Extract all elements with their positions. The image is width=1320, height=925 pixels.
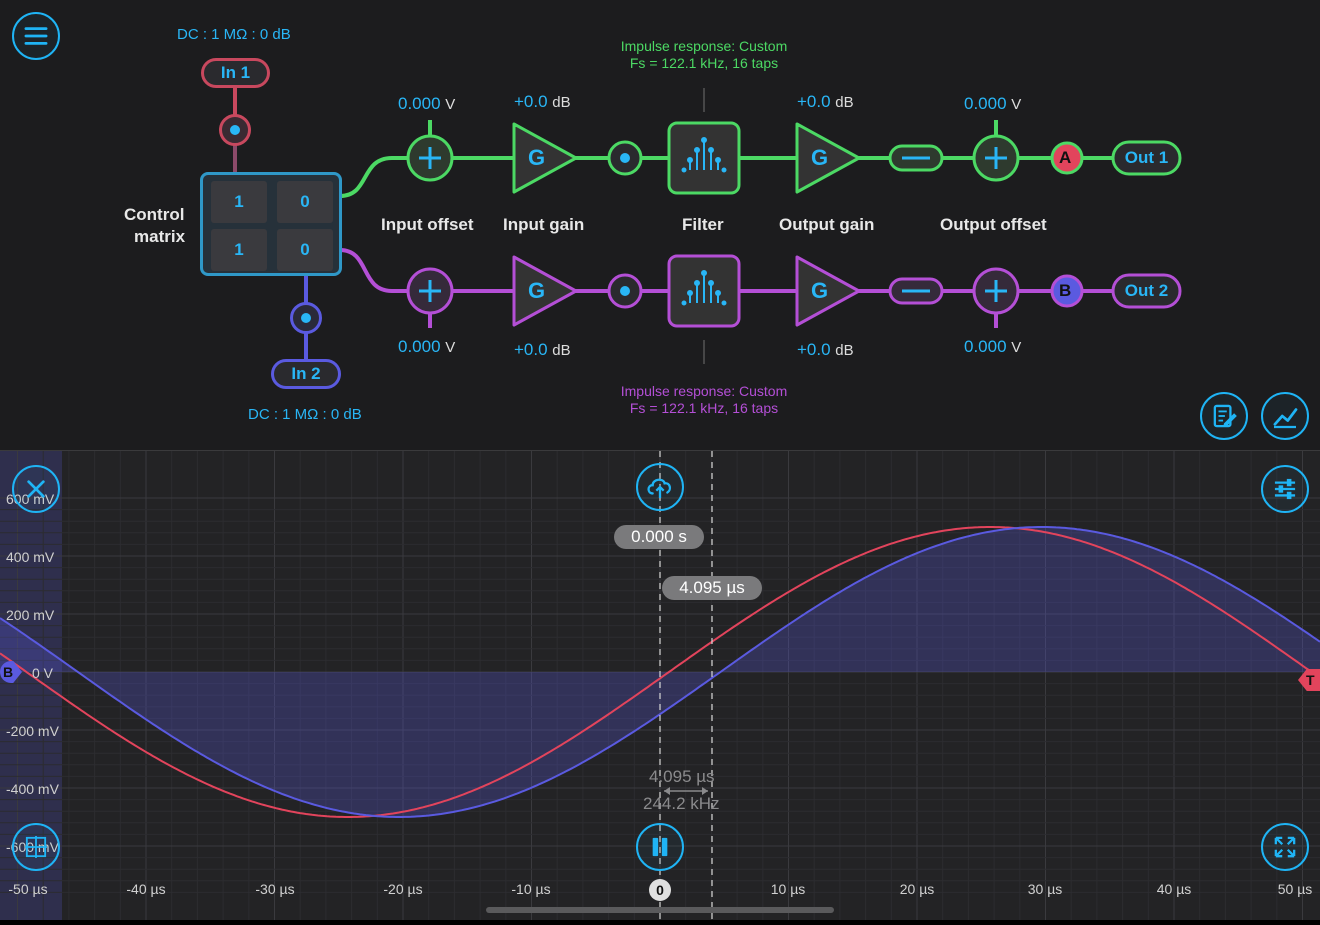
y-axis-label-neg200: -200 mV: [6, 723, 59, 739]
y-axis-label-0: 0 V: [32, 665, 54, 681]
matrix-cell-2-1[interactable]: 1: [211, 229, 267, 271]
out2-label[interactable]: Out 2: [1113, 281, 1180, 301]
pause-button[interactable]: [636, 823, 684, 871]
ch1-output-gain-readout[interactable]: +0.0 dB: [797, 92, 854, 112]
grid-zoom-icon: [25, 836, 47, 858]
ch1-input-gain-readout[interactable]: +0.0 dB: [514, 92, 571, 112]
home-indicator[interactable]: [486, 907, 834, 913]
probe-dot-icon: [301, 313, 311, 323]
close-scope-button[interactable]: [12, 465, 60, 513]
pause-icon: [652, 837, 668, 857]
matrix-cell-1-2[interactable]: 0: [277, 181, 333, 223]
control-matrix[interactable]: 1 0 1 0: [200, 172, 342, 276]
ch1-filter-line2: Fs = 122.1 kHz, 16 taps: [629, 55, 779, 71]
probe-dot-icon: [230, 125, 240, 135]
x-axis-tick-label: -20 µs: [383, 881, 423, 897]
ch2-output-gain-readout[interactable]: +0.0 dB: [797, 340, 854, 360]
autoscale-button[interactable]: [12, 823, 60, 871]
x-axis-tick-label: 50 µs: [1277, 881, 1313, 897]
close-icon: [27, 480, 45, 498]
x-axis-tick-label: 40 µs: [1156, 881, 1192, 897]
output-gain-label: Output gain: [779, 215, 875, 234]
hamburger-icon: [24, 27, 48, 45]
fullscreen-button[interactable]: [1261, 823, 1309, 871]
export-data-button[interactable]: [636, 463, 684, 511]
ch2-output-gain-glyph: G: [811, 278, 829, 303]
x-axis-tick-label: 20 µs: [899, 881, 935, 897]
ch1-input-gain-glyph: G: [528, 145, 546, 170]
ch2-output-offset-readout[interactable]: 0.000 V: [964, 337, 1021, 357]
x-axis-tick-label: 10 µs: [770, 881, 806, 897]
ch2-filter-line2: Fs = 122.1 kHz, 16 taps: [629, 400, 779, 416]
sliders-icon: [1274, 478, 1296, 500]
ch2-input-offset-readout[interactable]: 0.000 V: [398, 337, 455, 357]
x-axis-tick-label: -30 µs: [255, 881, 295, 897]
matrix-cell-1-1[interactable]: 1: [211, 181, 267, 223]
in2-status: DC : 1 MΩ : 0 dB: [248, 406, 362, 423]
y-axis-label-400: 400 mV: [6, 549, 55, 565]
block-diagram-panel: DC : 1 MΩ : 0 dB In 1 Control matrix 1 0…: [0, 0, 1320, 450]
ch1-filter-line1: Impulse response: Custom: [620, 38, 788, 54]
x-axis-tick-label: 30 µs: [1027, 881, 1063, 897]
cloud-upload-icon: [647, 478, 672, 498]
output-offset-label: Output offset: [940, 215, 1047, 234]
ch1-output-offset-readout[interactable]: 0.000 V: [964, 94, 1021, 114]
x-axis-tick-label: -40 µs: [126, 881, 166, 897]
matrix-cell-2-2[interactable]: 0: [277, 229, 333, 271]
x-axis-tick-label: -10 µs: [511, 881, 551, 897]
out1-label[interactable]: Out 1: [1113, 148, 1180, 168]
oscilloscope-panel[interactable]: 600 mV 400 mV 200 mV 0 V -200 mV -400 mV…: [0, 450, 1320, 921]
ch2-probe-letter: B: [1059, 281, 1072, 300]
edit-notes-icon: [1213, 404, 1237, 428]
in2-probe-point[interactable]: [290, 302, 322, 334]
y-axis-label-neg400: -400 mV: [6, 781, 59, 797]
trigger-time-marker[interactable]: 0: [649, 879, 671, 901]
frequency-measurement: 244.2 kHz: [643, 794, 720, 813]
filter-label: Filter: [682, 215, 724, 234]
ch1-probe-letter: A: [1059, 148, 1072, 167]
delta-cursor-readout[interactable]: 4.095 µs: [662, 576, 762, 600]
in1-button[interactable]: In 1: [201, 58, 270, 88]
control-matrix-label-line1: Control: [124, 205, 185, 224]
period-measurement: 4.095 µs: [649, 767, 715, 786]
time-cursor-readout[interactable]: 0.000 s: [614, 525, 704, 549]
notes-button[interactable]: [1200, 392, 1248, 440]
in2-button[interactable]: In 2: [271, 359, 341, 389]
input-gain-label: Input gain: [503, 215, 585, 234]
in1-status: DC : 1 MΩ : 0 dB: [177, 26, 291, 43]
menu-button[interactable]: [12, 12, 60, 60]
chart-button[interactable]: [1261, 392, 1309, 440]
bottom-bar: [0, 920, 1320, 925]
scope-settings-button[interactable]: [1261, 465, 1309, 513]
ch2-input-gain-readout[interactable]: +0.0 dB: [514, 340, 571, 360]
trend-chart-icon: [1273, 408, 1298, 429]
ch1-input-offset-readout[interactable]: 0.000 V: [398, 94, 455, 114]
ch2-input-gain-glyph: G: [528, 278, 546, 303]
input-offset-label: Input offset: [381, 215, 474, 234]
y-axis-label-200: 200 mV: [6, 607, 55, 623]
expand-icon: [1274, 836, 1296, 858]
in1-probe-point[interactable]: [219, 114, 251, 146]
control-matrix-label-line2: matrix: [134, 227, 186, 246]
ch1-output-gain-glyph: G: [811, 145, 829, 170]
x-axis-tick-label: -50 µs: [8, 881, 48, 897]
ch2-filter-line1: Impulse response: Custom: [620, 383, 788, 399]
